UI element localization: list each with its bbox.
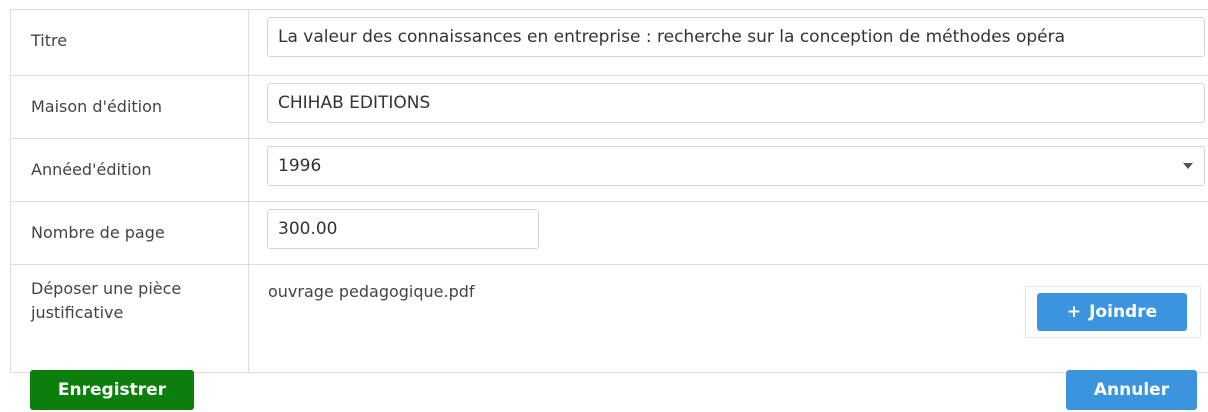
- fichier-label-line2: justificative: [31, 303, 124, 322]
- pages-input[interactable]: 300.00: [267, 209, 539, 249]
- fichier-label: Déposer une pièce justificative: [10, 264, 249, 373]
- titre-input[interactable]: La valeur des connaissances en entrepris…: [267, 17, 1205, 57]
- row-titre: Titre La valeur des connaissances en ent…: [10, 9, 1208, 76]
- join-button[interactable]: + Joindre: [1037, 293, 1187, 331]
- annee-label: Annéed'édition: [10, 138, 249, 202]
- maison-label: Maison d'édition: [10, 75, 249, 139]
- cancel-button[interactable]: Annuler: [1066, 370, 1197, 410]
- annee-select[interactable]: 1996: [267, 146, 1205, 186]
- fichier-label-line1: Déposer une pièce: [31, 279, 182, 298]
- join-button-container: + Joindre: [1025, 286, 1201, 338]
- annee-selected-value: 1996: [267, 146, 1205, 186]
- row-fichier: Déposer une pièce justificative ouvrage …: [10, 264, 1208, 373]
- save-button[interactable]: Enregistrer: [30, 370, 194, 410]
- plus-icon: +: [1066, 302, 1082, 322]
- join-button-label: Joindre: [1089, 302, 1158, 322]
- row-pages: Nombre de page 300.00: [10, 201, 1208, 265]
- row-maison: Maison d'édition CHIHAB EDITIONS: [10, 75, 1208, 139]
- pages-label: Nombre de page: [10, 201, 249, 265]
- row-annee: Annéed'édition 1996: [10, 138, 1208, 202]
- maison-input[interactable]: CHIHAB EDITIONS: [267, 83, 1205, 123]
- titre-label: Titre: [10, 9, 249, 76]
- caret-down-icon: [1183, 163, 1193, 169]
- publication-form: Titre La valeur des connaissances en ent…: [10, 9, 1208, 373]
